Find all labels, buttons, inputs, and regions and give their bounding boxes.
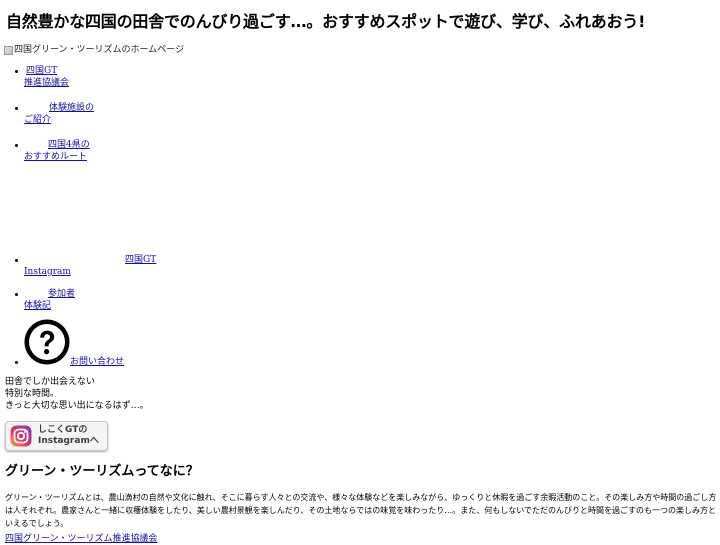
section-description: グリーン・ツーリズムとは、農山漁村の自然や文化に触れ、そこに暮らす人々との交流や… — [5, 493, 717, 528]
site-logo-alt-text: 四国グリーン・ツーリズムのホームページ — [14, 45, 185, 55]
nav-bullet — [15, 259, 18, 262]
nav-item-label: 体験施設の — [49, 103, 95, 113]
nav-bullet — [15, 361, 18, 364]
nav-bullet — [15, 144, 18, 147]
nav-item-label: おすすめルート — [24, 152, 88, 162]
nav-item-label: 推進協議会 — [24, 78, 70, 88]
instagram-button[interactable]: しこくGTの Instagramへ — [5, 421, 108, 451]
nav-item-promotion-council[interactable]: 四国GT 推進協議会 — [24, 65, 69, 89]
nav-item-label: 参加者 — [48, 289, 76, 299]
broken-image-icon — [4, 45, 13, 55]
nav-item-label: ご紹介 — [24, 115, 52, 125]
nav-item-label: 四国4県の — [48, 140, 90, 150]
nav-item-contact[interactable]: お問い合わせ — [70, 356, 124, 368]
instagram-icon — [10, 425, 32, 447]
tagline-line: きっと大切な思い出になるはず…。 — [5, 401, 149, 411]
tagline: 田舎でしか出会えない 特別な時間。 きっと大切な思い出になるはず…。 — [5, 376, 149, 412]
nav-item-label: 体験記 — [24, 301, 52, 311]
section-heading: グリーン・ツーリズムってなに？ — [5, 464, 199, 479]
nav-bullet — [15, 293, 18, 296]
instagram-button-label: しこくGTの — [38, 425, 88, 435]
nav-item-label: Instagram — [24, 267, 71, 277]
nav-item-instagram[interactable]: 四国GT Instagram — [24, 254, 156, 278]
nav-bullet — [15, 107, 18, 110]
footer-link-council[interactable]: 四国グリーン・ツーリズム推進協議会 — [5, 533, 158, 545]
question-icon[interactable] — [24, 319, 70, 365]
page-title: 自然豊かな四国の田舎でのんびり過ごす…。おすすめスポットで遊び、学び、ふれあおう… — [6, 12, 646, 31]
tagline-line: 田舎でしか出会えない — [5, 377, 96, 387]
site-logo[interactable]: 四国グリーン・ツーリズムのホームページ — [4, 44, 184, 56]
nav-item-routes[interactable]: 四国4県の おすすめルート — [24, 139, 90, 163]
tagline-line: 特別な時間。 — [5, 389, 60, 399]
nav-item-label: 四国GT — [26, 66, 58, 76]
nav-item-facilities[interactable]: 体験施設の ご紹介 — [24, 102, 94, 126]
instagram-button-label: Instagramへ — [38, 436, 99, 446]
nav-item-experiences[interactable]: 参加者 体験記 — [24, 288, 75, 312]
nav-item-label: 四国GT — [125, 255, 157, 265]
nav-bullet — [15, 70, 18, 73]
